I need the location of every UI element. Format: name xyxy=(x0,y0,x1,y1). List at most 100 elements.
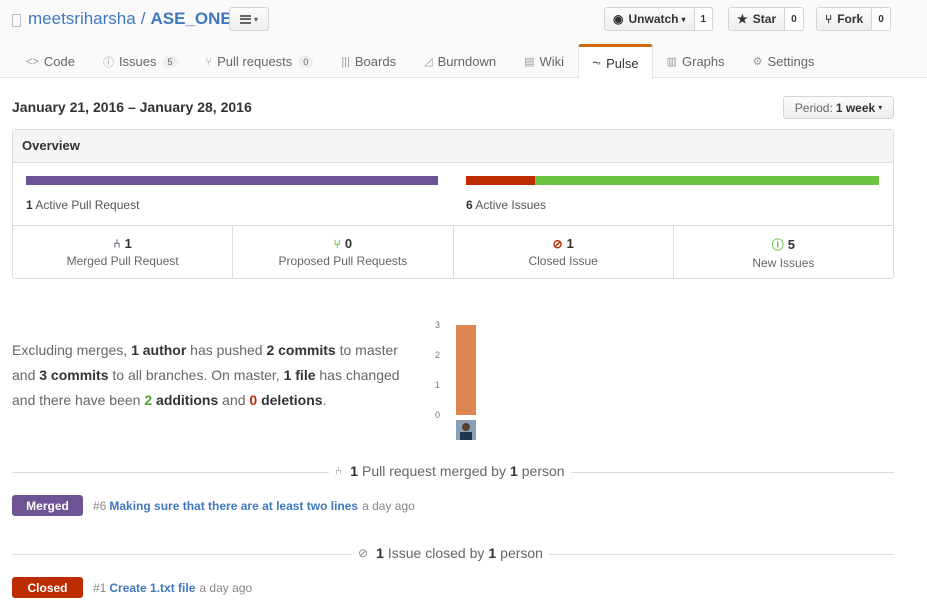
tab-pulse[interactable]: ⏦ Pulse xyxy=(578,44,653,79)
active-pull-requests: 1 Active Pull Request xyxy=(26,198,139,212)
merged-pull-request-item: Merged #6 Making sure that there are at … xyxy=(12,495,415,516)
stat-label: Closed Issue xyxy=(528,254,598,268)
issue-closed-icon: ⊘ xyxy=(552,236,563,251)
git-merge-icon: ⑃ xyxy=(113,236,121,251)
tab-label: Pulse xyxy=(606,55,639,71)
new-issues-stat[interactable]: ⓘ 5 New Issues xyxy=(674,226,893,279)
fork-icon: ⑂ xyxy=(825,12,833,26)
tab-label: Pull requests xyxy=(217,54,293,69)
closed-persons-count: 1 xyxy=(488,545,497,561)
active-issues: 6 Active Issues xyxy=(466,198,546,212)
proposed-pull-requests-stat[interactable]: ⑂ 0 Proposed Pull Requests xyxy=(233,226,454,279)
tab-settings[interactable]: ⚙ Settings xyxy=(739,44,829,78)
burndown-icon: ◿ xyxy=(424,56,433,68)
merged-pull-requests-stat[interactable]: ⑃ 1 Merged Pull Request xyxy=(13,226,234,279)
period-value: 1 week xyxy=(835,100,876,115)
master-commit-count: 2 commits xyxy=(266,342,336,358)
stat-count: 1 xyxy=(566,236,574,251)
repo-owner-link[interactable]: meetsriharsha xyxy=(28,9,136,29)
tab-label: Wiki xyxy=(539,54,565,69)
pulse-icon: ⏦ xyxy=(592,56,602,69)
tab-label: Burndown xyxy=(437,54,497,69)
closed-count: 1 xyxy=(376,545,384,561)
issue-ratio-bar xyxy=(466,176,879,185)
tab-issues[interactable]: ⓘ Issues 5 xyxy=(89,44,192,78)
caret-down-icon: ▾ xyxy=(681,14,686,24)
unwatch-button[interactable]: ◉ Unwatch ▾ xyxy=(604,7,695,31)
star-count[interactable]: 0 xyxy=(785,7,804,31)
issue-title-link[interactable]: Create 1.txt file xyxy=(109,581,195,595)
repo-name-link[interactable]: ASE_ONE xyxy=(150,9,231,29)
active-pull-requests-label: Active Pull Request xyxy=(35,198,140,212)
repo-nav-tabs: <> Code ⓘ Issues 5 ⑂ Pull requests 0 ||| Board… xyxy=(12,44,829,79)
overview-title: Overview xyxy=(13,130,893,163)
commit-summary-text: Excluding merges, 1 author has pushed 2 … xyxy=(12,338,412,413)
fork-button[interactable]: ⑂ Fork xyxy=(816,7,873,31)
star-icon: ★ xyxy=(737,12,748,26)
tab-graphs[interactable]: ▥ Graphs xyxy=(653,44,739,78)
pull-request-title-link[interactable]: Making sure that there are at least two … xyxy=(109,499,358,513)
stat-label: New Issues xyxy=(752,256,815,270)
pull-request-ratio-bar xyxy=(26,176,438,185)
commits-by-author-chart: 3 2 1 0 xyxy=(435,320,476,440)
tab-label: Graphs xyxy=(682,54,725,69)
issue-closed-icon: ⊘ xyxy=(358,546,369,560)
heading-text: Pull request merged by xyxy=(362,463,506,479)
period-select-button[interactable]: Period: 1 week ▾ xyxy=(783,96,894,119)
closed-issues-segment xyxy=(466,176,535,185)
unwatch-label: Unwatch xyxy=(628,12,679,26)
stat-label: Proposed Pull Requests xyxy=(278,254,408,268)
y-tick-label: 1 xyxy=(435,380,440,390)
tab-boards[interactable]: ||| Boards xyxy=(327,44,410,78)
git-pull-request-icon: ⑂ xyxy=(333,236,341,251)
closed-issue-item: Closed #1 Create 1.txt file a day ago xyxy=(12,577,252,598)
issues-counter: 5 xyxy=(162,55,178,68)
tab-label: Settings xyxy=(767,54,815,69)
text: to all branches. On master, xyxy=(108,367,284,383)
watch-count[interactable]: 1 xyxy=(694,7,714,31)
tab-burndown[interactable]: ◿ Burndown xyxy=(410,44,510,78)
repo-list-menu-button[interactable]: ▾ xyxy=(229,7,269,31)
additions-label: additions xyxy=(152,392,219,408)
additions-count: 2 xyxy=(144,392,153,408)
closed-issues-stat[interactable]: ⊘ 1 Closed Issue xyxy=(454,226,674,279)
author-avatar[interactable] xyxy=(456,420,476,440)
commit-bar[interactable] xyxy=(456,325,476,415)
open-issues-segment xyxy=(534,176,879,185)
fork-group: ⑂ Fork 0 xyxy=(816,7,891,31)
wiki-icon: ▤ xyxy=(524,56,535,68)
star-button[interactable]: ★ Star xyxy=(728,7,786,31)
merged-pull-requests-heading: ⑃ 1 Pull request merged by 1 person xyxy=(329,463,571,479)
tab-wiki[interactable]: ▤ Wiki xyxy=(510,44,578,78)
tab-code[interactable]: <> Code xyxy=(12,44,89,78)
y-tick-label: 3 xyxy=(435,320,440,330)
changed-file-count: 1 file xyxy=(283,367,316,383)
heading-text: Issue closed by xyxy=(387,545,485,561)
fork-label: Fork xyxy=(837,12,864,26)
heading-text: person xyxy=(521,463,565,479)
closed-issues-heading: ⊘ 1 Issue closed by 1 person xyxy=(352,545,549,561)
issue-opened-icon: ⓘ xyxy=(771,238,784,252)
tab-pull-requests[interactable]: ⑂ Pull requests 0 xyxy=(192,44,328,78)
date-range: January 21, 2016 – January 28, 2016 xyxy=(12,99,252,115)
fork-count[interactable]: 0 xyxy=(872,7,891,31)
text: . xyxy=(322,392,327,408)
pull-request-number: #6 xyxy=(93,498,107,513)
issues-summary[interactable]: 6 Active Issues xyxy=(453,163,893,226)
author-count: 1 author xyxy=(131,342,187,358)
text: has pushed xyxy=(186,342,267,358)
gear-icon: ⚙ xyxy=(752,56,763,68)
active-issues-label: Active Issues xyxy=(475,198,547,212)
issue-icon: ⓘ xyxy=(102,56,114,69)
stat-count: 5 xyxy=(787,237,795,252)
caret-down-icon: ▾ xyxy=(253,14,258,24)
eye-icon: ◉ xyxy=(613,12,624,26)
code-icon: <> xyxy=(26,55,39,68)
closed-state-badge: Closed xyxy=(12,577,83,598)
caret-down-icon: ▾ xyxy=(878,103,883,112)
tab-label: Code xyxy=(43,54,75,69)
repo-book-icon xyxy=(12,13,21,27)
pull-request-summary[interactable]: 1 Active Pull Request xyxy=(13,163,453,226)
list-icon xyxy=(239,14,251,24)
text: Excluding merges, xyxy=(12,342,132,358)
